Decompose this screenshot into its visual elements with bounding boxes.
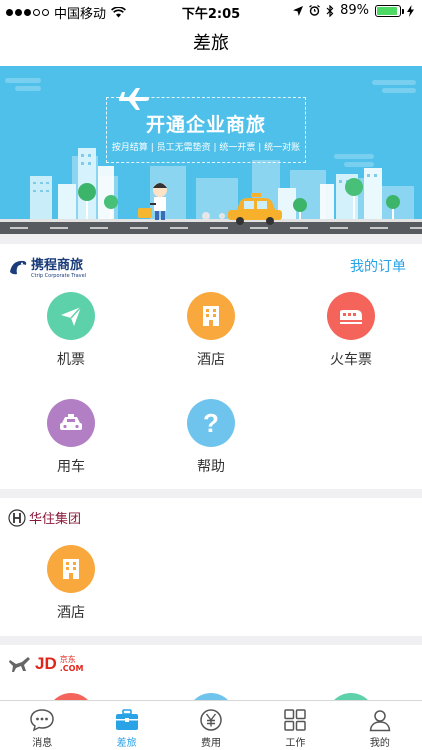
jd-logo: JD 京东 .COM	[8, 654, 83, 674]
dolphin-icon	[10, 260, 27, 274]
huazhu-h-icon	[8, 508, 26, 527]
ctrip-help-label: 帮助	[197, 459, 225, 475]
ctrip-brand-subtitle: Ctrip Corporate Travel	[31, 273, 87, 279]
tab-messages-label: 消息	[32, 738, 53, 749]
ctrip-help-button[interactable]: ? 帮助	[161, 399, 261, 476]
bluetooth-icon	[326, 4, 334, 17]
ctrip-hotel-button[interactable]: 酒店	[161, 292, 261, 369]
ctrip-section-header: 携程商旅 Ctrip Corporate Travel 我的订单	[0, 244, 422, 284]
ctrip-car-button[interactable]: 用车	[21, 399, 121, 476]
huazhu-hotel-label: 酒店	[57, 605, 85, 621]
briefcase-icon	[84, 707, 168, 732]
ctrip-flight-button[interactable]: 机票	[21, 292, 121, 369]
bottom-tab-bar: 消息 差旅 费用 工作 我的	[0, 700, 422, 750]
signal-strength-icon	[6, 9, 49, 16]
tab-expenses-label: 费用	[201, 738, 222, 749]
ctrip-brand-name: 携程商旅	[31, 258, 84, 273]
ctrip-hotel-label: 酒店	[197, 352, 225, 368]
tab-profile-label: 我的	[369, 738, 390, 749]
huazhu-section-header: 华住集团	[0, 498, 422, 538]
tab-messages[interactable]: 消息	[0, 701, 84, 750]
train-icon	[327, 292, 375, 340]
help-icon: ?	[187, 399, 235, 447]
huazhu-brand-name: 华住集团	[29, 512, 82, 527]
tab-work[interactable]: 工作	[253, 701, 337, 750]
tab-work-label: 工作	[285, 738, 306, 749]
jd-dog-icon	[9, 657, 30, 672]
location-arrow-icon	[293, 5, 304, 16]
nav-bar: 差旅	[0, 22, 422, 66]
tab-profile[interactable]: 我的	[338, 701, 422, 750]
huazhu-hotel-button[interactable]: 酒店	[21, 545, 121, 622]
message-icon	[0, 707, 84, 732]
alarm-clock-icon	[309, 5, 320, 16]
my-orders-link[interactable]: 我的订单	[350, 256, 406, 276]
ctrip-section: 携程商旅 Ctrip Corporate Travel 我的订单 机票 酒店 火…	[0, 244, 422, 489]
jd-section-header: JD 京东 .COM	[0, 645, 422, 685]
tab-travel-label: 差旅	[116, 738, 137, 749]
jd-brand-mark: JD	[35, 654, 57, 673]
tab-travel[interactable]: 差旅	[84, 701, 168, 750]
battery-percent: 89%	[340, 3, 369, 18]
tab-expenses[interactable]: 费用	[169, 701, 253, 750]
huazhu-logo: 华住集团	[8, 508, 81, 527]
ctrip-logo: 携程商旅 Ctrip Corporate Travel	[8, 254, 86, 279]
ctrip-flight-label: 机票	[57, 352, 85, 368]
grid-icon	[253, 707, 337, 732]
battery-icon	[375, 4, 404, 17]
carrier-name: 中国移动	[54, 7, 107, 22]
ctrip-train-label: 火车票	[330, 352, 372, 368]
ctrip-car-label: 用车	[57, 459, 85, 475]
banner-headline-box: 开通企业商旅 按月结算 | 员工无需垫资 | 统一开票 | 统一对账	[106, 97, 306, 163]
yen-icon	[169, 707, 253, 732]
page-title: 差旅	[193, 33, 229, 54]
banner-title: 开通企业商旅	[145, 114, 266, 136]
ctrip-train-button[interactable]: 火车票	[301, 292, 401, 369]
user-icon	[338, 707, 422, 732]
hotel-icon	[47, 545, 95, 593]
jd-section: JD 京东 .COM	[0, 645, 422, 705]
jd-brand-chinese: 京东	[59, 655, 76, 664]
plane-icon	[47, 292, 95, 340]
banner-subtitle: 按月结算 | 员工无需垫资 | 统一开票 | 统一对账	[111, 143, 301, 153]
car-icon	[47, 399, 95, 447]
charging-bolt-icon	[407, 4, 414, 17]
hotel-icon	[187, 292, 235, 340]
promo-banner[interactable]: 开通企业商旅 按月结算 | 员工无需垫资 | 统一开票 | 统一对账	[0, 66, 422, 234]
wifi-icon	[111, 7, 126, 18]
huazhu-section: 华住集团 酒店	[0, 498, 422, 636]
jd-brand-suffix: .COM	[59, 664, 84, 673]
status-bar: 中国移动 下午2:05 89%	[0, 0, 422, 22]
